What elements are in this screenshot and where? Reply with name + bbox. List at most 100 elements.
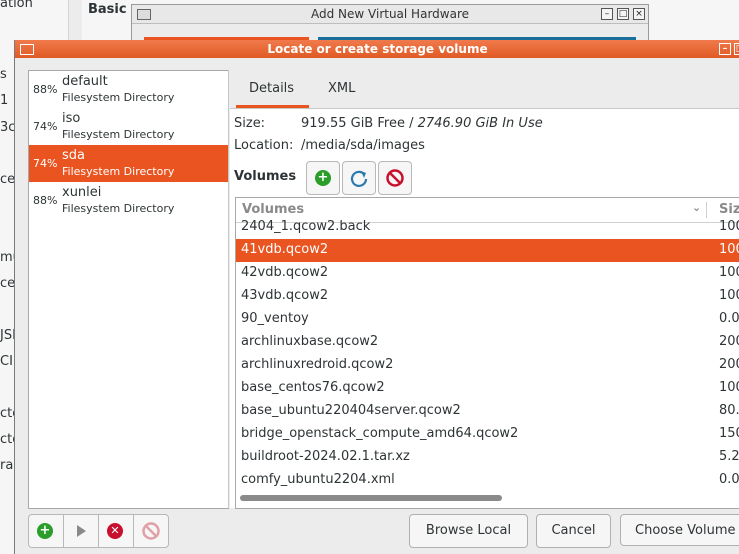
column-header-size[interactable]: Siz (719, 202, 739, 217)
size-value: 919.55 GiB Free / 2746.90 GiB In Use (301, 116, 543, 131)
pool-type: Filesystem Directory (62, 165, 175, 178)
pool-name: xunlei (62, 185, 102, 200)
pool-usage: 74% (33, 157, 58, 170)
volume-name: 43vdb.qcow2 (241, 288, 329, 303)
add-icon: + (315, 170, 331, 186)
window-menu-icon[interactable] (20, 44, 34, 55)
pool-type: Filesystem Directory (62, 202, 175, 215)
pool-item-xunlei[interactable]: 88% xunlei Filesystem Directory (29, 182, 228, 219)
pool-name: sda (62, 148, 85, 163)
pool-usage: 74% (33, 120, 58, 133)
pool-type: Filesystem Directory (62, 128, 175, 141)
active-tab-indicator (236, 105, 309, 108)
choose-volume-button[interactable]: Choose Volume (620, 514, 739, 546)
volume-size: 100 (719, 380, 739, 395)
delete-icon (142, 522, 160, 540)
delete-icon (386, 169, 404, 187)
browse-local-button[interactable]: Browse Local (409, 514, 528, 548)
close-icon[interactable]: × (633, 8, 645, 20)
table-row[interactable]: 43vdb.qcow2 100 (236, 285, 739, 308)
table-row[interactable]: base_centos76.qcow2 100 (236, 377, 739, 400)
tab-xml[interactable]: XML (328, 81, 355, 96)
column-header-volumes[interactable]: Volumes (242, 202, 304, 217)
volumes-heading: Volumes (234, 169, 297, 184)
table-row[interactable]: buildroot-2024.02.1.tar.xz 5.21 (236, 446, 739, 469)
table-row[interactable]: archlinuxbase.qcow2 200 (236, 331, 739, 354)
background-sidebar-text: 1 (0, 93, 9, 108)
table-row[interactable]: 2404_1.qcow2.back 100 (236, 216, 739, 239)
start-pool-button[interactable] (63, 514, 99, 548)
background-sidebar-text: s (0, 67, 7, 82)
minimize-icon[interactable]: – (719, 43, 731, 55)
storage-volume-dialog: Locate or create storage volume – □ 88% … (14, 40, 739, 554)
storage-pool-list[interactable]: 88% default Filesystem Directory 74% iso… (28, 70, 229, 509)
location-value: /media/sda/images (301, 138, 425, 153)
pool-item-sda[interactable]: 74% sda Filesystem Directory (29, 145, 228, 182)
background-sidebar-text: ce (0, 172, 16, 187)
table-row[interactable]: 41vdb.qcow2 100 (236, 239, 739, 262)
size-free: 919.55 GiB Free / (301, 116, 418, 131)
window-menu-icon[interactable] (137, 9, 151, 20)
detail-tabs: Details XML (230, 70, 739, 109)
volume-name: buildroot-2024.02.1.tar.xz (241, 449, 410, 464)
pool-usage: 88% (33, 83, 58, 96)
delete-volume-button[interactable] (378, 161, 412, 195)
background-sidebar-text: ation (0, 0, 33, 11)
pool-item-iso[interactable]: 74% iso Filesystem Directory (29, 108, 228, 145)
volume-size: 150 (719, 426, 739, 441)
table-row[interactable]: 42vdb.qcow2 100 (236, 262, 739, 285)
volume-size: 100 (719, 219, 739, 234)
volumes-table[interactable]: Volumes ⌄ Siz 2404_1.qcow2.back10041vdb.… (235, 197, 739, 509)
pool-name: default (62, 74, 108, 89)
table-row[interactable]: archlinuxredroid.qcow2 200 (236, 354, 739, 377)
stop-pool-button[interactable]: ✕ (98, 514, 134, 548)
volume-name: 90_ventoy (241, 311, 309, 326)
size-label: Size: (234, 116, 266, 131)
volume-name: bridge_openstack_compute_amd64.qcow2 (241, 426, 519, 441)
refresh-volumes-button[interactable] (342, 161, 376, 195)
stop-icon: ✕ (107, 523, 123, 539)
volume-size: 200 (719, 357, 739, 372)
volume-size: 100 (719, 242, 739, 257)
maximize-icon[interactable]: □ (734, 43, 739, 55)
sort-chevron-icon[interactable]: ⌄ (692, 201, 701, 214)
volume-name: archlinuxbase.qcow2 (241, 334, 379, 349)
cancel-button[interactable]: Cancel (536, 514, 611, 548)
pane-divider[interactable] (228, 70, 229, 508)
volume-name: comfy_ubuntu2204.xml (241, 472, 395, 487)
maximize-icon[interactable]: □ (617, 8, 629, 20)
table-row[interactable]: base_ubuntu220404server.qcow2 80.0 (236, 400, 739, 423)
volume-size: 0.00 (719, 311, 739, 326)
add-hardware-title: Add New Virtual Hardware (311, 7, 469, 21)
add-hardware-titlebar[interactable]: Add New Virtual Hardware – □ × (132, 5, 648, 24)
volume-size: 200 (719, 334, 739, 349)
minimize-icon[interactable]: – (601, 8, 613, 20)
volume-size: 100 (719, 265, 739, 280)
background-sidebar-text: CI (0, 354, 13, 369)
pool-type: Filesystem Directory (62, 91, 175, 104)
volume-size: 100 (719, 288, 739, 303)
add-volume-button[interactable]: + (306, 161, 340, 195)
volume-name: archlinuxredroid.qcow2 (241, 357, 394, 372)
volume-name: 2404_1.qcow2.back (241, 219, 371, 234)
size-in-use: 2746.90 GiB In Use (417, 116, 543, 131)
table-row[interactable]: bridge_openstack_compute_amd64.qcow2 150 (236, 423, 739, 446)
play-icon (77, 525, 86, 537)
delete-pool-button[interactable] (133, 514, 169, 548)
volume-name: base_centos76.qcow2 (241, 380, 385, 395)
volume-size: 80.0 (719, 403, 739, 418)
table-row[interactable]: comfy_ubuntu2204.xml 0.01 (236, 469, 739, 492)
dialog-titlebar[interactable]: Locate or create storage volume – □ (15, 40, 739, 58)
table-row[interactable]: 90_ventoy 0.00 (236, 308, 739, 331)
volume-name: base_ubuntu220404server.qcow2 (241, 403, 461, 418)
tab-details[interactable]: Details (249, 81, 294, 96)
volume-name: 41vdb.qcow2 (241, 242, 329, 257)
background-basic-heading: Basic (88, 2, 127, 17)
add-pool-button[interactable]: + (28, 514, 64, 548)
pool-item-default[interactable]: 88% default Filesystem Directory (29, 71, 228, 108)
volume-size: 5.21 (719, 449, 739, 464)
background-sidebar-text: ce (0, 276, 16, 291)
add-icon: + (37, 523, 53, 539)
horizontal-scrollbar[interactable] (240, 495, 502, 501)
volume-size: 0.01 (719, 472, 739, 487)
